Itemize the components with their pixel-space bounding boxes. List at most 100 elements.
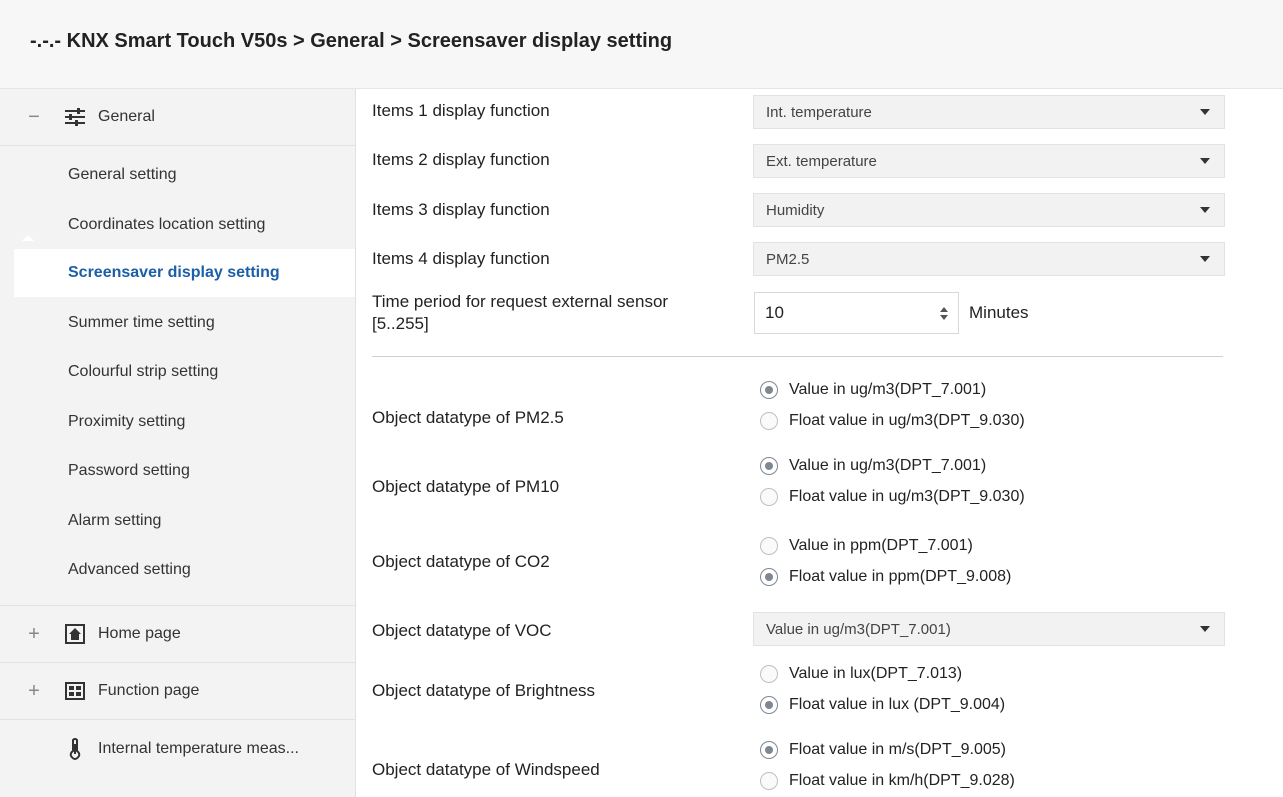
brightness-label: Object datatype of Brightness <box>372 681 596 700</box>
items4-select[interactable]: PM2.5 <box>753 242 1225 276</box>
sidebar-section-home-page[interactable]: + Home page <box>0 605 355 663</box>
sidebar-item-advanced-setting[interactable]: Advanced setting <box>0 546 355 594</box>
period-label: Time period for request external sensor … <box>372 291 668 335</box>
home-icon <box>64 623 86 645</box>
co2-label: Object datatype of CO2 <box>372 552 550 571</box>
sidebar-item-label: General setting <box>68 166 177 183</box>
divider <box>372 356 1223 357</box>
radio-label: Value in lux(DPT_7.013) <box>789 665 963 682</box>
sidebar-item-label: Alarm setting <box>68 512 162 529</box>
radio-label: Float value in ug/m3(DPT_9.030) <box>789 412 1025 429</box>
sidebar-section-function-page[interactable]: + Function page <box>0 663 355 720</box>
chevron-down-icon <box>1200 109 1210 115</box>
windspeed-option-2[interactable]: Float value in km/h(DPT_9.028) <box>760 772 1015 790</box>
sidebar-item-colourful-strip-setting[interactable]: Colourful strip setting <box>0 348 355 396</box>
stepper-value[interactable]: 10 <box>765 303 784 323</box>
collapse-icon[interactable]: − <box>26 106 42 129</box>
items2-label: Items 2 display function <box>372 150 550 169</box>
arrow-up-icon[interactable] <box>940 306 948 312</box>
radio-unselected-icon[interactable] <box>760 488 778 506</box>
title-bar: -.-.- KNX Smart Touch V50s > General > S… <box>0 0 1283 89</box>
radio-selected-icon[interactable] <box>760 568 778 586</box>
sidebar-section-label: Function page <box>98 682 200 699</box>
co2-option-2[interactable]: Float value in ppm(DPT_9.008) <box>760 568 1011 586</box>
radio-label: Float value in ppm(DPT_9.008) <box>789 568 1012 585</box>
items1-label: Items 1 display function <box>372 101 550 120</box>
pm10-option-2[interactable]: Float value in ug/m3(DPT_9.030) <box>760 488 1025 506</box>
sidebar-section-internal-temperature[interactable]: Internal temperature meas... <box>0 721 355 777</box>
chevron-down-icon <box>1200 158 1210 164</box>
select-value: PM2.5 <box>766 250 810 268</box>
voc-label: Object datatype of VOC <box>372 621 552 640</box>
sidebar-item-label: Advanced setting <box>68 561 191 578</box>
pm25-option-1[interactable]: Value in ug/m3(DPT_7.001) <box>760 381 986 399</box>
radio-selected-icon[interactable] <box>760 741 778 759</box>
pm25-option-2[interactable]: Float value in ug/m3(DPT_9.030) <box>760 412 1025 430</box>
radio-label: Float value in ug/m3(DPT_9.030) <box>789 488 1025 505</box>
windspeed-label: Object datatype of Windspeed <box>372 760 600 779</box>
thermometer-icon <box>64 738 86 760</box>
radio-unselected-icon[interactable] <box>760 665 778 683</box>
windspeed-option-1[interactable]: Float value in m/s(DPT_9.005) <box>760 741 1006 759</box>
period-unit: Minutes <box>969 303 1029 322</box>
expand-icon[interactable]: + <box>26 623 42 646</box>
chevron-down-icon <box>1200 626 1210 632</box>
sidebar-section-label: Internal temperature meas... <box>98 740 299 757</box>
sidebar-item-label: Proximity setting <box>68 413 186 430</box>
sidebar-item-alarm-setting[interactable]: Alarm setting <box>0 497 355 545</box>
radio-selected-icon[interactable] <box>760 696 778 714</box>
items4-label: Items 4 display function <box>372 249 550 268</box>
brightness-option-2[interactable]: Float value in lux (DPT_9.004) <box>760 696 1005 714</box>
pm10-option-1[interactable]: Value in ug/m3(DPT_7.001) <box>760 457 986 475</box>
settings-panel: Items 1 display function Int. temperatur… <box>356 89 1283 797</box>
co2-option-1[interactable]: Value in ppm(DPT_7.001) <box>760 537 973 555</box>
sidebar-section-general[interactable]: − General <box>0 89 355 146</box>
radio-unselected-icon[interactable] <box>760 537 778 555</box>
select-value: Ext. temperature <box>766 152 877 170</box>
sidebar-item-proximity-setting[interactable]: Proximity setting <box>0 398 355 446</box>
arrow-down-icon[interactable] <box>940 314 948 320</box>
items2-select[interactable]: Ext. temperature <box>753 144 1225 178</box>
sidebar-item-label: Coordinates location setting <box>68 216 266 233</box>
radio-unselected-icon[interactable] <box>760 772 778 790</box>
sidebar: − General General setting Coordinates lo… <box>0 89 356 797</box>
voc-select[interactable]: Value in ug/m3(DPT_7.001) <box>753 612 1225 646</box>
radio-unselected-icon[interactable] <box>760 412 778 430</box>
items3-select[interactable]: Humidity <box>753 193 1225 227</box>
radio-label: Value in ppm(DPT_7.001) <box>789 537 973 554</box>
items1-select[interactable]: Int. temperature <box>753 95 1225 129</box>
items3-label: Items 3 display function <box>372 200 550 219</box>
sidebar-item-general-setting[interactable]: General setting <box>0 151 355 199</box>
brightness-option-1[interactable]: Value in lux(DPT_7.013) <box>760 665 962 683</box>
radio-label: Float value in lux (DPT_9.004) <box>789 696 1006 713</box>
chevron-down-icon <box>1200 207 1210 213</box>
sidebar-item-summer-time-setting[interactable]: Summer time setting <box>0 299 355 347</box>
sidebar-item-screensaver-display-setting[interactable]: Screensaver display setting <box>14 249 355 297</box>
expand-icon[interactable]: + <box>26 680 42 703</box>
radio-selected-icon[interactable] <box>760 457 778 475</box>
sidebar-item-label: Colourful strip setting <box>68 363 219 380</box>
radio-label: Value in ug/m3(DPT_7.001) <box>789 381 987 398</box>
sidebar-item-label: Screensaver display setting <box>68 264 280 281</box>
select-value: Int. temperature <box>766 103 872 121</box>
period-stepper[interactable]: 10 <box>754 292 959 334</box>
radio-label: Float value in km/h(DPT_9.028) <box>789 772 1015 789</box>
sidebar-item-password-setting[interactable]: Password setting <box>0 447 355 495</box>
period-label-line1: Time period for request external sensor <box>372 292 669 311</box>
chevron-down-icon <box>1200 256 1210 262</box>
sliders-icon <box>64 106 86 128</box>
radio-label: Value in ug/m3(DPT_7.001) <box>789 457 987 474</box>
period-label-line2: [5..255] <box>372 314 429 333</box>
sidebar-section-label: General <box>98 108 155 125</box>
sidebar-item-label: Summer time setting <box>68 314 215 331</box>
pm25-label: Object datatype of PM2.5 <box>372 408 564 427</box>
radio-selected-icon[interactable] <box>760 381 778 399</box>
select-value: Humidity <box>766 201 825 219</box>
sidebar-item-coordinates-location-setting[interactable]: Coordinates location setting <box>0 201 355 249</box>
sidebar-item-label: Password setting <box>68 462 190 479</box>
stepper-arrows[interactable] <box>940 306 948 320</box>
grid-icon <box>64 680 86 702</box>
pm10-label: Object datatype of PM10 <box>372 477 560 496</box>
sidebar-section-label: Home page <box>98 625 181 642</box>
radio-label: Float value in m/s(DPT_9.005) <box>789 741 1006 758</box>
